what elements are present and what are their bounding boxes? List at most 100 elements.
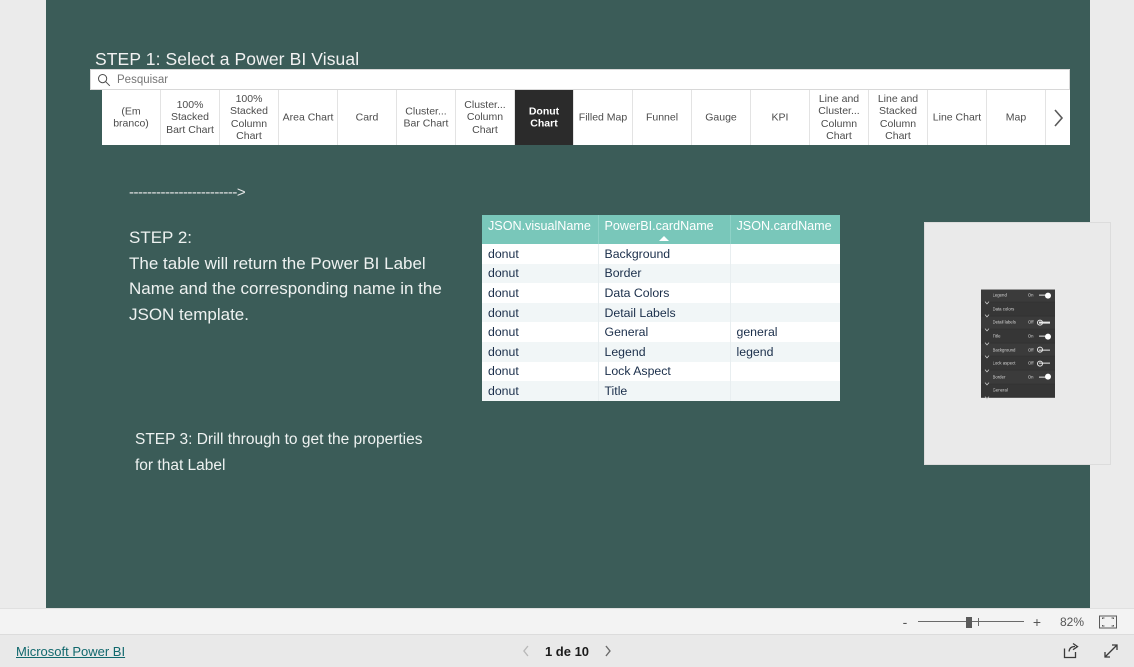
table-cell: donut: [482, 263, 599, 284]
zoom-control: - + 82%: [900, 615, 1084, 629]
previous-page-button[interactable]: [522, 644, 531, 658]
format-pane-row: Title On: [980, 329, 1055, 346]
table-header-powerbi-cardname[interactable]: PowerBI.cardName: [598, 215, 731, 244]
visual-type-tile-label: Line Chart: [932, 111, 982, 124]
format-pane-row-state: Off: [1027, 360, 1034, 366]
visual-type-tile-em-branco[interactable]: (Em branco): [102, 90, 161, 145]
visual-type-tile-line-and-cluster-column-chart[interactable]: Line and Cluster... Column Chart: [810, 90, 869, 145]
format-pane-row-label: Background: [992, 347, 1016, 353]
fit-to-screen-icon[interactable]: [1098, 614, 1118, 630]
format-pane-toggle: [1036, 319, 1051, 326]
step3-text: STEP 3: Drill through to get the propert…: [135, 431, 423, 474]
step1-title: STEP 1: Select a Power BI Visual: [95, 49, 360, 69]
fullscreen-icon[interactable]: [1102, 642, 1120, 660]
chevron-down-icon: [984, 306, 990, 318]
report-page: STEP 1: Select a Power BI Visual (Em bra…: [0, 0, 1134, 667]
table-row[interactable]: donut Data Colors: [482, 283, 840, 303]
visual-type-tile-funnel[interactable]: Funnel: [633, 90, 692, 145]
zoom-slider[interactable]: [918, 615, 1024, 629]
page-pager: 1 de 10: [522, 644, 612, 659]
table-row[interactable]: donut General general: [482, 322, 840, 342]
zoom-slider-tick: [978, 617, 979, 626]
share-icon[interactable]: [1062, 642, 1080, 660]
table-cell: general: [736, 325, 778, 340]
table-cell: donut: [482, 244, 599, 264]
chevron-down-icon: [984, 374, 990, 386]
table-row[interactable]: donut Title: [482, 381, 840, 401]
format-pane-row-state: On: [1027, 292, 1034, 298]
microsoft-power-bi-link[interactable]: Microsoft Power BI: [16, 644, 125, 659]
report-canvas-area: STEP 1: Select a Power BI Visual (Em bra…: [0, 0, 1134, 608]
table-cell: Lock Aspect: [598, 361, 731, 382]
table-row[interactable]: donut Detail Labels: [482, 302, 840, 323]
visual-type-tile-cluster-bar-chart[interactable]: Cluster... Bar Chart: [397, 90, 456, 145]
slicer-next-button[interactable]: [1046, 90, 1070, 145]
format-pane-row: Detail labels Off: [980, 316, 1055, 332]
visual-type-tile-map[interactable]: Map: [987, 90, 1046, 145]
format-pane-toggle: [1036, 346, 1051, 353]
table-cell: legend: [736, 344, 774, 359]
format-pane-screenshot-image: Legend On Data colors Detail labels Off Title…: [924, 222, 1111, 465]
table-cell: [730, 264, 840, 284]
visual-type-tile-label: 100% Stacked Column Chart: [230, 92, 268, 143]
format-pane-row: Lock aspect Off: [980, 357, 1055, 373]
visual-type-tile-label: Map: [1005, 111, 1027, 124]
zoom-in-button[interactable]: +: [1032, 615, 1042, 629]
visual-type-tile-100-stacked-bart-chart[interactable]: 100% Stacked Bart Chart: [161, 90, 220, 145]
chevron-down-icon: [984, 360, 990, 373]
slicer-search-box[interactable]: [90, 69, 1070, 90]
visual-type-slicer: (Em branco) 100% Stacked Bart Chart 100% S…: [90, 69, 1070, 152]
table-row[interactable]: donut Border: [482, 263, 840, 284]
table-cell: [730, 381, 840, 401]
visual-type-tile-label: Funnel: [645, 111, 679, 124]
visual-type-tile-donut-chart[interactable]: Donut Chart: [515, 90, 574, 145]
mapping-table-body: donut Background donut Border donut Data Colo…: [482, 244, 840, 401]
visual-type-tile-kpi[interactable]: KPI: [751, 90, 810, 145]
visual-type-tile-cluster-column-chart[interactable]: Cluster... Column Chart: [456, 90, 515, 145]
table-row[interactable]: donut Legend legend: [482, 341, 840, 362]
visual-type-tile-label: Gauge: [705, 111, 737, 124]
next-page-button[interactable]: [603, 644, 612, 658]
visual-type-tile-label: Filled Map: [578, 111, 628, 124]
visual-type-tile-card[interactable]: Card: [338, 90, 397, 145]
visual-type-tile-label: (Em branco): [113, 104, 149, 130]
zoom-slider-thumb[interactable]: [966, 616, 972, 628]
format-pane-row-label: Title: [992, 333, 1001, 339]
format-pane-row-label: Border: [992, 374, 1006, 380]
visual-type-tile-area-chart[interactable]: Area Chart: [279, 90, 338, 145]
visual-type-tile-line-chart[interactable]: Line Chart: [928, 90, 987, 145]
table-row[interactable]: donut Background: [482, 244, 840, 264]
table-header-json-cardname[interactable]: JSON.cardName: [730, 215, 840, 244]
format-pane-row: Background Off: [980, 343, 1055, 359]
table-cell: Background: [598, 244, 731, 264]
visual-type-tile-100-stacked-column-chart[interactable]: 100% Stacked Column Chart: [220, 90, 279, 145]
report-slide: STEP 1: Select a Power BI Visual (Em bra…: [46, 0, 1111, 608]
visual-type-tile-label: Card: [355, 111, 379, 124]
table-cell: Data Colors: [598, 283, 731, 303]
visual-type-tiles: (Em branco) 100% Stacked Bart Chart 100% S…: [102, 90, 1070, 145]
format-pane-row-label: Lock aspect: [992, 360, 1016, 366]
page-indicator: 1 de 10: [544, 643, 590, 659]
table-cell: donut: [482, 381, 599, 401]
table-row[interactable]: donut Lock Aspect: [482, 361, 840, 382]
chevron-down-icon: [984, 333, 990, 346]
visual-type-tile-gauge[interactable]: Gauge: [692, 90, 751, 145]
chevron-right-icon: [1052, 107, 1065, 129]
chevron-down-icon: [984, 388, 990, 400]
table-cell: Title: [598, 381, 731, 401]
format-pane-row-state: Off: [1027, 320, 1034, 326]
format-pane-row-state: Off: [1027, 347, 1034, 353]
visual-type-tile-label: Area Chart: [282, 111, 334, 124]
format-pane-row-label: Detail labels: [992, 320, 1016, 326]
table-cell: [730, 303, 840, 323]
table-header-json-visualname[interactable]: JSON.visualName: [482, 215, 599, 244]
zoom-out-button[interactable]: -: [900, 615, 910, 629]
visual-type-tile-label: KPI: [771, 111, 789, 124]
format-pane-toggle: [1036, 360, 1051, 367]
sort-ascending-icon: [659, 236, 669, 241]
format-pane-row: Data colors: [980, 302, 1055, 318]
search-input[interactable]: [117, 73, 417, 86]
visual-type-tile-filled-map[interactable]: Filled Map: [574, 90, 633, 145]
table-cell: Legend: [598, 341, 731, 362]
visual-type-tile-line-and-stacked-column-chart[interactable]: Line and Stacked Column Chart: [869, 90, 928, 145]
